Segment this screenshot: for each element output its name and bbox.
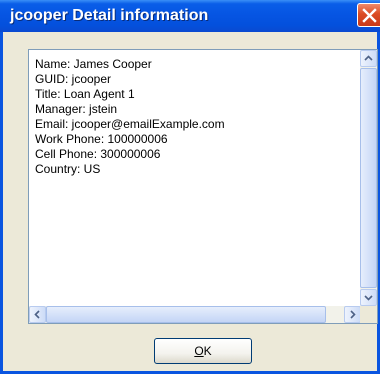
scroll-left-button[interactable] [29, 306, 46, 323]
arrow-right-icon [350, 310, 356, 319]
ok-label-rest: K [203, 344, 212, 358]
detail-dialog: jcooper Detail information Name: James C… [0, 0, 380, 374]
detail-line-email: Email: jcooper@emailExample.com [35, 117, 225, 131]
ok-button[interactable]: OK [154, 338, 252, 364]
detail-text-area[interactable]: Name: James Cooper GUID: jcooper Title: … [28, 49, 378, 324]
title-bar[interactable]: jcooper Detail information [0, 0, 380, 32]
detail-line-cell-phone: Cell Phone: 300000006 [35, 147, 161, 161]
horizontal-scrollbar[interactable] [29, 306, 361, 323]
scroll-up-button[interactable] [360, 50, 377, 67]
scroll-down-button[interactable] [360, 289, 377, 306]
detail-line-guid: GUID: jcooper [35, 72, 112, 86]
arrow-left-icon [34, 310, 40, 319]
detail-line-country: Country: US [35, 162, 101, 176]
detail-line-title: Title: Loan Agent 1 [35, 87, 135, 101]
vertical-scroll-thumb[interactable] [360, 68, 377, 288]
detail-lines: Name: James Cooper GUID: jcooper Title: … [35, 57, 225, 177]
detail-line-manager: Manager: jstein [35, 102, 118, 116]
arrow-up-icon [364, 55, 373, 61]
horizontal-scroll-thumb[interactable] [46, 306, 326, 323]
ok-mnemonic: O [194, 344, 204, 358]
detail-line-name: Name: James Cooper [35, 57, 152, 71]
close-icon [362, 8, 377, 23]
scroll-right-button[interactable] [344, 306, 361, 323]
window-title: jcooper Detail information [10, 7, 209, 24]
close-button[interactable] [357, 3, 380, 27]
vertical-scrollbar[interactable] [360, 50, 377, 306]
detail-line-work-phone: Work Phone: 100000006 [35, 132, 168, 146]
arrow-down-icon [364, 295, 373, 301]
scrollbar-corner [360, 306, 377, 323]
